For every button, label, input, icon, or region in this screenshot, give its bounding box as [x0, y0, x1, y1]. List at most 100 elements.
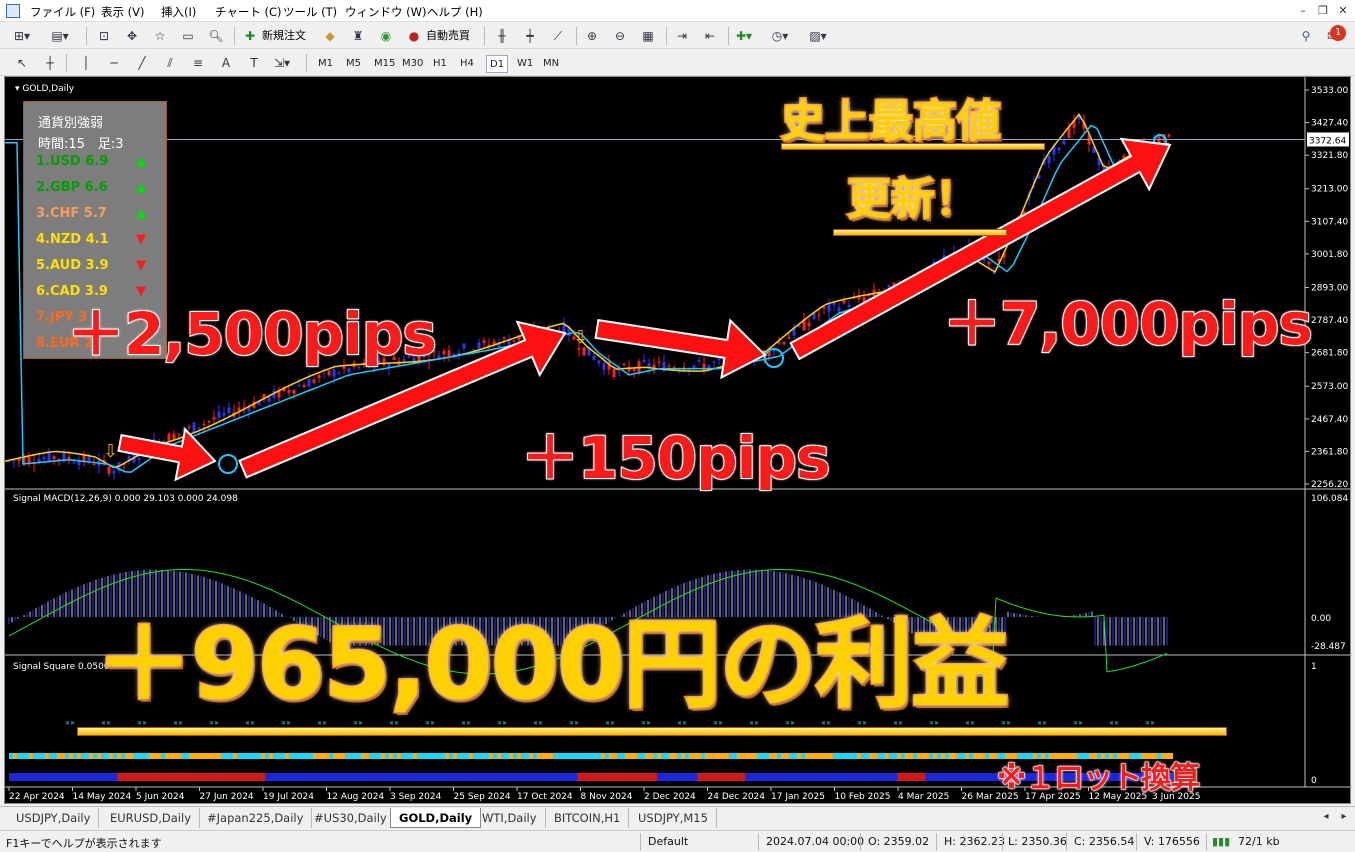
square-bar — [413, 773, 417, 781]
timeframe-h1[interactable]: H1 — [430, 55, 450, 73]
trendline-icon[interactable]: ╱ — [132, 53, 152, 73]
templates-icon[interactable]: ▨▾ — [808, 26, 828, 46]
square-bar — [321, 753, 325, 759]
auto-scroll-icon[interactable]: ⇥ — [672, 26, 692, 46]
timeframe-w1[interactable]: W1 — [514, 55, 536, 73]
new-chart-icon[interactable]: ⊞▾ — [12, 26, 32, 46]
square-bar — [649, 753, 653, 759]
timeframe-m1[interactable]: M1 — [315, 55, 336, 73]
vertical-line-icon[interactable]: │ — [76, 53, 96, 73]
square-bar — [473, 773, 477, 781]
new-order-button[interactable]: 新規注文 — [262, 27, 306, 45]
search-icon[interactable]: ⚲ — [1296, 26, 1316, 46]
square-bar — [309, 773, 313, 781]
bar-chart-icon[interactable]: ╫ — [492, 26, 512, 46]
menu-help[interactable]: ヘルプ (H) — [427, 4, 483, 20]
new-order-icon[interactable]: ✚ — [240, 26, 260, 46]
square-bar — [385, 753, 389, 759]
metaeditor-icon[interactable]: ◆ — [320, 26, 340, 46]
close-icon[interactable]: ✕ — [1334, 3, 1352, 19]
timeframe-mn[interactable]: MN — [540, 55, 562, 73]
price-tick-label: 2893.00 — [1311, 283, 1348, 293]
navigator-icon[interactable]: ☆ — [150, 26, 170, 46]
square-bar — [949, 773, 953, 781]
market-watch-icon[interactable]: ⊡ — [94, 26, 114, 46]
menu-view[interactable]: 表示 (V) — [101, 4, 145, 20]
restore-icon[interactable]: ❐ — [1314, 3, 1332, 19]
menu-file[interactable]: ファイル (F) — [30, 4, 95, 20]
square-bar — [665, 773, 669, 781]
square-bar — [905, 773, 909, 781]
tab-usdjpy-m15[interactable]: USDJPY,M15 — [630, 808, 717, 828]
price-tick-label: 2681.80 — [1311, 349, 1348, 359]
price-tick-label: 2573.00 — [1311, 382, 1348, 392]
candle-chart-icon[interactable]: ┿ — [520, 26, 540, 46]
square-bar — [809, 773, 813, 781]
auto-trade-icon[interactable]: ● — [404, 26, 424, 46]
square-bar — [249, 773, 253, 781]
square-bar — [229, 753, 233, 759]
menu-tools[interactable]: ツール (T) — [283, 4, 337, 20]
candle-body — [492, 341, 496, 344]
square-bar — [185, 753, 189, 759]
square-bar — [49, 753, 53, 759]
tab-us30-daily[interactable]: #US30,Daily — [306, 808, 396, 828]
chart-window[interactable]: 3372.64 3533.00 3427.40 3321.80 3213.00 3107.… — [4, 76, 1352, 804]
square-bar — [9, 773, 13, 781]
square-marker: ✕✕ — [65, 720, 75, 727]
square-bar — [469, 773, 473, 781]
square-bar — [785, 773, 789, 781]
app-icon — [6, 4, 20, 18]
profiles-icon[interactable]: ▤▾ — [50, 26, 70, 46]
square-bar — [781, 773, 785, 781]
zoom-in-icon[interactable]: ⊕ — [582, 26, 602, 46]
text-icon[interactable]: A — [216, 53, 236, 73]
timeframe-h4[interactable]: H4 — [457, 55, 477, 73]
tab-japan225-daily[interactable]: #Japan225,Daily — [199, 808, 313, 828]
horizontal-line-icon[interactable]: ─ — [104, 53, 124, 73]
cursor-icon[interactable]: ↖ — [12, 53, 32, 73]
tab-eurusd-daily[interactable]: EURUSD,Daily — [102, 808, 200, 828]
candle-body — [837, 307, 841, 312]
auto-trade-button[interactable]: 自動売買 — [426, 27, 470, 45]
crosshair-icon[interactable]: ┼ — [40, 53, 60, 73]
square-bar — [513, 773, 517, 781]
tab-scroll-right-icon[interactable]: ▸ — [1334, 807, 1354, 827]
square-bar — [241, 773, 245, 781]
candle-body — [212, 417, 216, 420]
strategy-tester-icon[interactable]: 🔍︎ — [206, 26, 226, 46]
menu-insert[interactable]: 挿入(I) — [161, 4, 196, 20]
menu-chart[interactable]: チャート (C) — [215, 4, 282, 20]
equidistant-channel-icon[interactable]: ⫽ — [160, 53, 180, 73]
tab-gold-daily[interactable]: GOLD,Daily — [390, 808, 482, 828]
square-bar — [357, 753, 361, 759]
tab-wti-daily[interactable]: WTI,Daily — [474, 808, 546, 828]
candle-body — [442, 350, 446, 355]
market-icon[interactable]: ◉ — [376, 26, 396, 46]
terminal-icon[interactable]: ▭ — [178, 26, 198, 46]
menu-window[interactable]: ウィンドウ (W) — [345, 4, 427, 20]
square-bar — [29, 753, 33, 759]
timeframe-m15[interactable]: M15 — [371, 55, 398, 73]
fibonacci-icon[interactable]: ≡ — [188, 53, 208, 73]
arrows-icon[interactable]: ⇲▾ — [272, 53, 292, 73]
square-bar — [845, 773, 849, 781]
macd-tick-label: 106.084 — [1311, 494, 1348, 504]
line-chart-icon[interactable]: ⟋ — [548, 26, 568, 46]
zoom-out-icon[interactable]: ⊖ — [610, 26, 630, 46]
square-bar — [657, 773, 661, 781]
periods-icon[interactable]: ◷▾ — [770, 26, 790, 46]
tab-usdjpy-daily[interactable]: USDJPY,Daily — [8, 808, 100, 828]
minimize-icon[interactable]: – — [1294, 3, 1312, 19]
text-label-icon[interactable]: T — [244, 53, 264, 73]
tab-bitcoin-h1[interactable]: BITCOIN,H1 — [546, 808, 630, 828]
timeframe-m5[interactable]: M5 — [343, 55, 364, 73]
timeframe-m30[interactable]: M30 — [399, 55, 426, 73]
tab-scroll-left-icon[interactable]: ◂ — [1316, 807, 1336, 827]
timeframe-d1[interactable]: D1 — [486, 55, 509, 73]
tile-windows-icon[interactable]: ▦ — [638, 26, 658, 46]
data-window-icon[interactable]: ✥ — [122, 26, 142, 46]
indicators-icon[interactable]: ✚▾ — [734, 26, 754, 46]
signals-icon[interactable]: ♜ — [348, 26, 368, 46]
chart-shift-icon[interactable]: ⇤ — [700, 26, 720, 46]
